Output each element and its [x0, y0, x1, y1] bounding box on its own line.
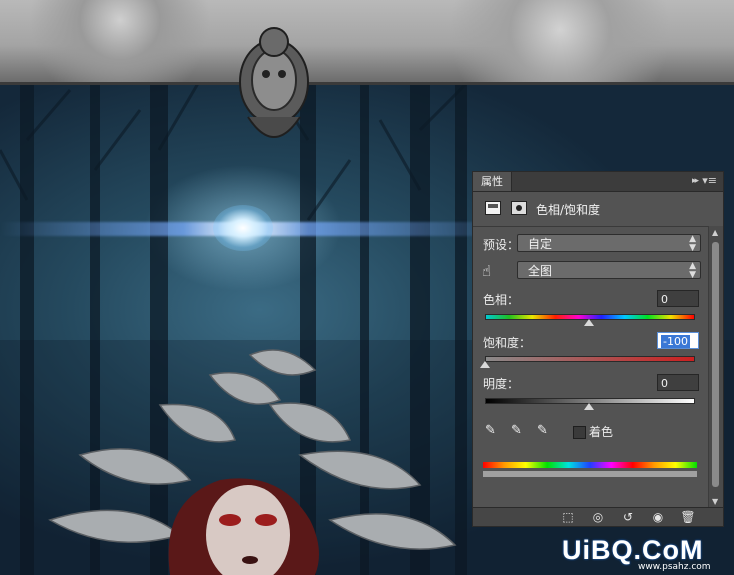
- select-arrows-icon: ▲ ▼: [689, 234, 696, 253]
- panel-tab-bar: 属性 ▸▸ ▾≡: [473, 172, 723, 192]
- ornament-carving: [239, 27, 309, 138]
- view-previous-icon[interactable]: ◎: [589, 509, 607, 525]
- saturation-label: 饱和度：: [483, 336, 532, 350]
- eyedropper-icon[interactable]: ✎: [485, 423, 501, 439]
- mask-icon[interactable]: [511, 201, 527, 215]
- input-color-spectrum: [483, 462, 697, 468]
- preset-label: 预设：: [483, 238, 520, 252]
- woman-figure: [168, 478, 319, 575]
- lightness-input[interactable]: 0: [657, 374, 699, 391]
- panel-header: 色相/饱和度: [473, 192, 723, 227]
- clip-to-layer-icon[interactable]: ⬚: [559, 509, 577, 525]
- visibility-eye-icon[interactable]: ◉: [649, 509, 667, 525]
- saturation-slider-track[interactable]: [485, 356, 695, 362]
- saturation-slider-thumb[interactable]: [480, 361, 490, 368]
- stone-wall-top: [0, 0, 734, 85]
- colorize-checkbox[interactable]: [573, 426, 586, 439]
- scroll-up-icon[interactable]: ▲: [712, 228, 718, 237]
- preset-value: 自定: [528, 237, 553, 251]
- hue-slider-thumb[interactable]: [584, 319, 594, 326]
- targeted-adjustment-hand-icon[interactable]: ☝: [482, 262, 502, 280]
- adjustment-layer-icon[interactable]: [485, 201, 501, 215]
- reset-icon[interactable]: ↺: [619, 509, 637, 525]
- lightness-slider-thumb[interactable]: [584, 403, 594, 410]
- panel-menu-icon[interactable]: ▾≡: [702, 174, 717, 187]
- eyedropper-add-icon[interactable]: ✎: [511, 423, 527, 439]
- hue-input[interactable]: 0: [657, 290, 699, 307]
- scrollbar-thumb[interactable]: [712, 242, 719, 487]
- watermark-url: www.psahz.com: [638, 562, 711, 572]
- panel-scrollbar[interactable]: ▲ ▼: [708, 226, 723, 508]
- saturation-value: -100: [661, 335, 690, 348]
- scroll-down-icon[interactable]: ▼: [712, 497, 718, 506]
- channel-value: 全图: [528, 264, 553, 278]
- trash-icon[interactable]: 🗑: [679, 509, 697, 525]
- collapse-panel-icon[interactable]: ▸▸: [692, 176, 699, 186]
- channel-select[interactable]: 全图 ▲ ▼: [517, 261, 701, 280]
- hue-label: 色相：: [483, 293, 520, 307]
- output-color-spectrum: [483, 471, 697, 477]
- panel-footer: ⬚ ◎ ↺ ◉ 🗑: [473, 507, 723, 526]
- saturation-input[interactable]: -100: [657, 332, 699, 349]
- panel-title: 色相/饱和度: [536, 203, 601, 217]
- preset-select[interactable]: 自定 ▲ ▼: [517, 234, 701, 253]
- tab-properties[interactable]: 属性: [473, 172, 512, 191]
- eyedropper-subtract-icon[interactable]: ✎: [537, 423, 553, 439]
- colorize-label: 着色: [589, 425, 614, 439]
- select-arrows-icon: ▲ ▼: [689, 261, 696, 280]
- lightness-label: 明度：: [483, 377, 520, 391]
- lens-flare-core: [213, 205, 273, 251]
- properties-panel: 属性 ▸▸ ▾≡ 色相/饱和度 预设： 自定 ▲ ▼ ☝ 全图 ▲ ▼ 色相： 0 …: [472, 171, 724, 527]
